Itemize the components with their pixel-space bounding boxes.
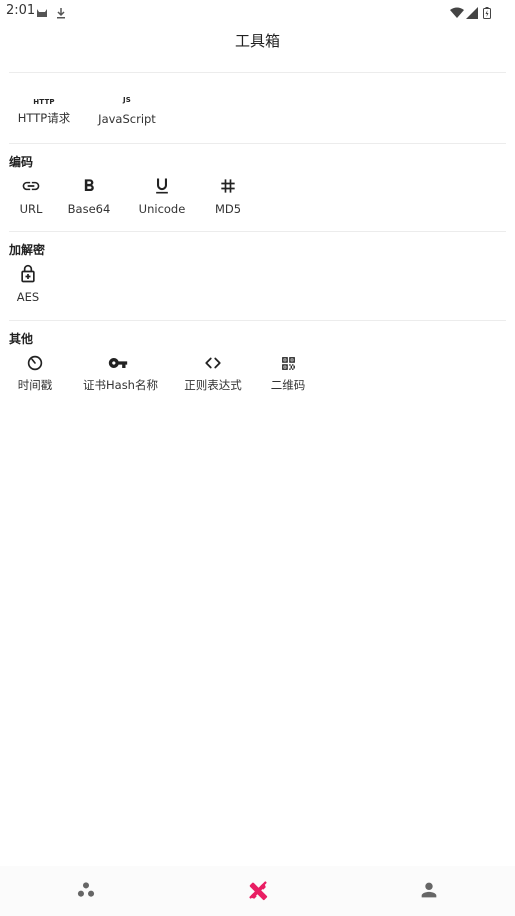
link-icon (16, 176, 46, 196)
nav-item-profile[interactable] (414, 880, 444, 904)
tool-label: AES (16, 290, 40, 304)
tool-label: JavaScript (98, 112, 156, 126)
js-text-icon: JS (122, 96, 132, 104)
divider (9, 320, 506, 321)
tool-label: Unicode (138, 202, 186, 216)
key-icon (103, 353, 133, 373)
tool-label: MD5 (214, 202, 242, 216)
timer-icon (20, 353, 50, 373)
bold-icon (74, 176, 104, 196)
lock-plus-icon (13, 264, 43, 284)
tool-qrcode[interactable]: 二维码 (271, 353, 305, 393)
tool-label: Base64 (67, 202, 111, 216)
divider (9, 143, 506, 144)
status-time: 2:01 (6, 3, 36, 18)
tool-cert-hash[interactable]: 证书Hash名称 (83, 353, 158, 393)
tools-icon (247, 879, 269, 905)
underline-icon (147, 176, 177, 196)
status-bar: 2:01 (0, 0, 515, 22)
tool-unicode[interactable]: Unicode (139, 176, 185, 216)
tool-timestamp[interactable]: 时间戳 (18, 353, 52, 393)
code-brackets-icon (198, 353, 228, 373)
signal-icon (466, 4, 478, 23)
tool-label: HTTP请求 (17, 111, 71, 125)
tool-aes[interactable]: AES (13, 264, 43, 304)
download-icon (55, 4, 67, 23)
person-icon (418, 879, 440, 905)
tool-http-request[interactable]: HTTP HTTP请求 (18, 92, 70, 132)
qrcode-icon (273, 353, 303, 373)
dots-group-icon (75, 879, 97, 905)
divider (9, 72, 506, 73)
divider (9, 231, 506, 232)
wifi-icon (450, 4, 464, 23)
nav-item-home[interactable] (71, 880, 101, 904)
tool-label: 证书Hash名称 (83, 378, 158, 392)
tool-label: 正则表达式 (184, 378, 242, 392)
bottom-navigation (0, 866, 515, 916)
tool-base64[interactable]: Base64 (68, 176, 110, 216)
tool-label: 二维码 (270, 378, 306, 392)
app-bar: 工具箱 (0, 22, 515, 72)
cat-notification-icon (36, 4, 48, 23)
section-title-other: 其他 (9, 332, 34, 346)
hash-icon (213, 176, 243, 196)
tool-javascript[interactable]: JS JavaScript (98, 92, 156, 132)
page-title: 工具箱 (234, 32, 280, 50)
tool-md5[interactable]: MD5 (213, 176, 243, 216)
tool-url[interactable]: URL (16, 176, 46, 216)
nav-item-tools[interactable] (243, 880, 273, 904)
tool-label: 时间戳 (17, 378, 53, 392)
http-text-icon: HTTP (33, 98, 55, 106)
section-title-crypto: 加解密 (9, 243, 46, 257)
tool-regex[interactable]: 正则表达式 (184, 353, 242, 393)
section-title-encoding: 编码 (9, 155, 34, 169)
battery-icon (483, 4, 491, 23)
